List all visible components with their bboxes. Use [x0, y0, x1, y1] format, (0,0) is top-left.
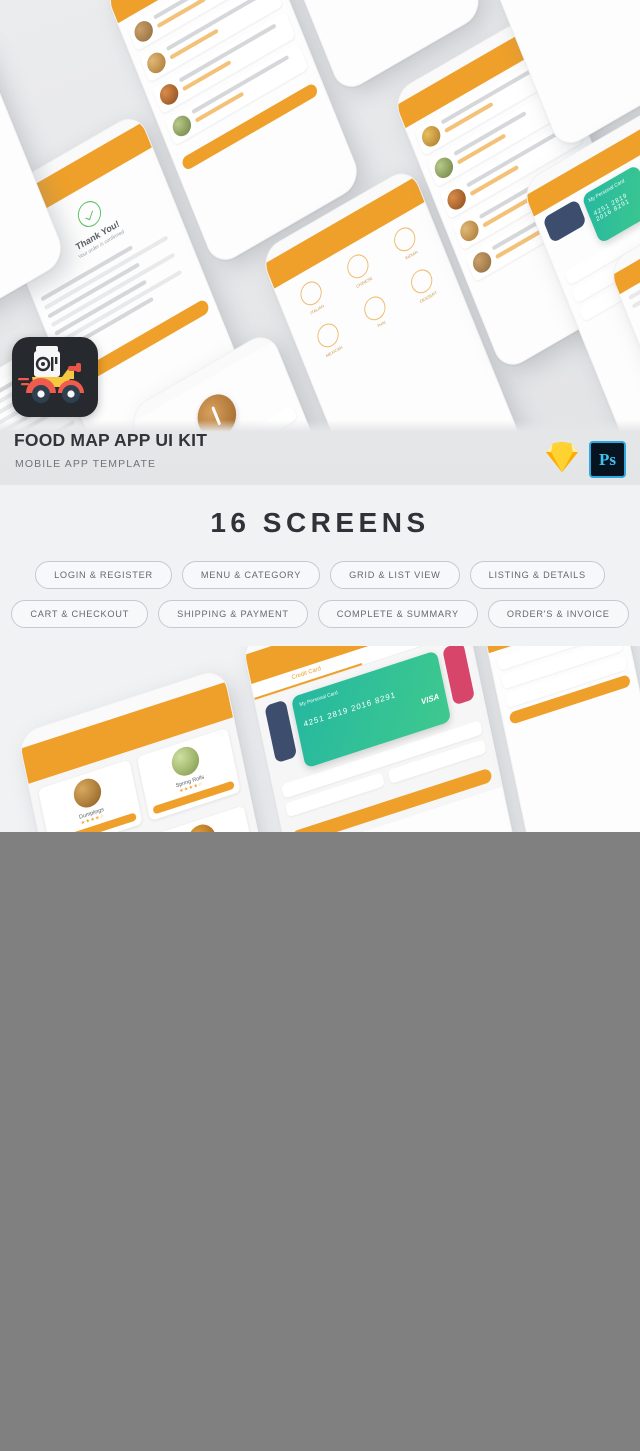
food-photo [169, 743, 202, 780]
phone-screen-body [0, 60, 1, 174]
food-photo [185, 820, 219, 832]
success-check-icon [73, 196, 105, 232]
item-thumbnail [144, 48, 169, 77]
ui-kit-preview-page: Thank You! Your order is confirmed ITALI… [0, 0, 640, 1451]
bottom-gray-area [0, 832, 640, 1451]
item-thumbnail [431, 153, 456, 182]
feature-pill-rows: LOGIN & REGISTER MENU & CATEGORY GRID & … [0, 561, 640, 628]
hero-mockup-collage: Thank You! Your order is confirmed ITALI… [0, 0, 640, 485]
phone-mockup-grid-view: Dumplings ★★★★☆ Spring Rolls ★★★★☆ [16, 666, 287, 832]
feature-pill-grid-list-view[interactable]: GRID & LIST VIEW [330, 561, 460, 589]
feature-pill-cart-checkout[interactable]: CART & CHECKOUT [11, 600, 149, 628]
feature-pill-orders-invoice[interactable]: ORDER'S & INVOICE [487, 600, 629, 628]
screens-heading: 16 SCREENS [210, 507, 430, 538]
item-thumbnail [419, 122, 444, 151]
photoshop-badge: Ps [589, 441, 626, 478]
item-thumbnail [169, 112, 194, 140]
item-thumbnail [457, 216, 482, 245]
feature-pill-login-register[interactable]: LOGIN & REGISTER [35, 561, 172, 589]
sketch-badge-icon [545, 441, 579, 478]
feature-pill-shipping-payment[interactable]: SHIPPING & PAYMENT [158, 600, 308, 628]
saved-card-pink[interactable] [442, 646, 476, 706]
item-thumbnail [131, 17, 156, 46]
isometric-phone-stage: Thank You! Your order is confirmed ITALI… [0, 0, 640, 485]
format-badges: Ps [545, 441, 626, 478]
page-title: FOOD MAP APP UI KIT [14, 430, 208, 450]
scooter-delivery-icon [12, 337, 98, 417]
item-thumbnail [157, 80, 182, 109]
feature-pill-menu-category[interactable]: MENU & CATEGORY [181, 561, 321, 589]
bottom-phone-stage: Dumplings ★★★★☆ Spring Rolls ★★★★☆ Credi… [11, 646, 640, 832]
item-thumbnail [444, 185, 469, 214]
phone-mockup-payment: Credit Card Debit Card My Personal Card … [241, 646, 525, 832]
feature-pill-row-2: CART & CHECKOUT SHIPPING & PAYMENT COMPL… [0, 600, 640, 628]
food-photo [70, 775, 104, 812]
bottom-mockup-collage: Dumplings ★★★★☆ Spring Rolls ★★★★☆ Credi… [0, 646, 640, 832]
phone-screen-body [489, 646, 639, 733]
item-thumbnail [470, 248, 495, 277]
feature-pill-listing-details[interactable]: LISTING & DETAILS [469, 561, 605, 589]
feature-pill-row-1: LOGIN & REGISTER MENU & CATEGORY GRID & … [0, 561, 640, 589]
page-subtitle: MOBILE APP TEMPLATE [15, 458, 157, 470]
feature-pill-complete-summary[interactable]: COMPLETE & SUMMARY [317, 600, 478, 628]
